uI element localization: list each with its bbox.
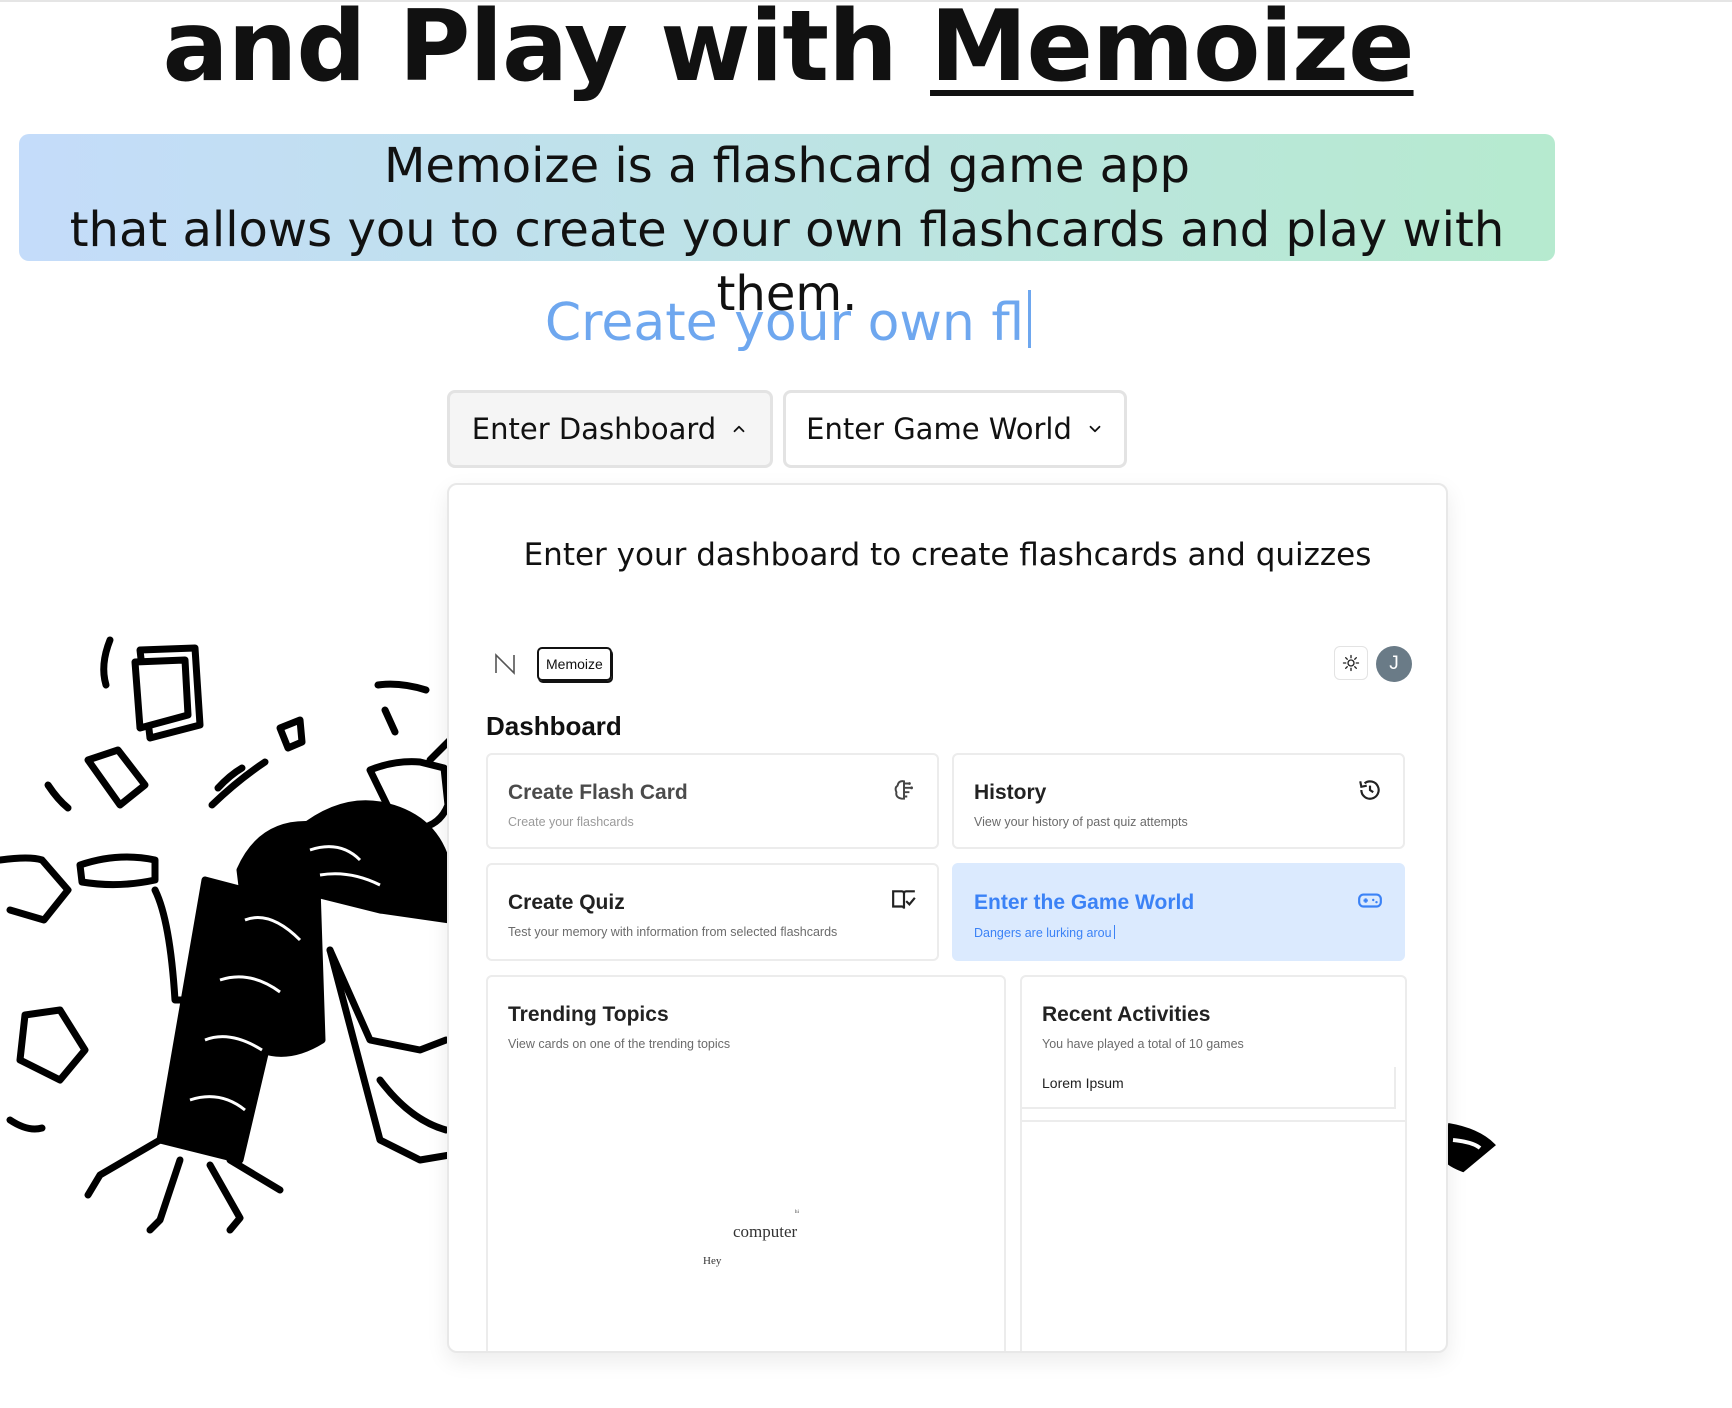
card-title: Create Flash Card: [508, 781, 688, 804]
card-title: Trending Topics: [508, 1003, 669, 1026]
dashboard-title: Dashboard: [486, 711, 622, 741]
tagline-line-1: Memoize is a flashcard game app: [384, 138, 1190, 194]
create-quiz-card[interactable]: Create Quiz Test your memory with inform…: [486, 863, 939, 961]
memoize-badge[interactable]: Memoize: [537, 647, 612, 681]
theme-toggle-button[interactable]: [1334, 646, 1368, 680]
card-subtitle: Test your memory with information from s…: [508, 925, 838, 939]
sun-icon: [1342, 654, 1360, 672]
hero-title-brand: Memoize: [930, 0, 1415, 104]
tagline-banner: Memoize is a flashcard game app that all…: [19, 134, 1555, 322]
typewriter-caret: [1028, 290, 1032, 348]
memoize-logo-icon[interactable]: [492, 651, 518, 677]
chevron-up-icon: [733, 425, 745, 433]
enter-dashboard-button[interactable]: Enter Dashboard: [447, 390, 773, 468]
card-subtitle: Create your flashcards: [508, 815, 634, 829]
enter-game-world-button[interactable]: Enter Game World: [783, 390, 1127, 468]
book-check-icon: [892, 890, 916, 909]
card-title: Create Quiz: [508, 891, 625, 914]
create-flash-card-card[interactable]: Create Flash Card Create your flashcards: [486, 753, 939, 849]
trending-word[interactable]: hi: [795, 1210, 799, 1215]
recent-activities-card: Recent Activities You have played a tota…: [1020, 975, 1407, 1351]
card-subtitle: You have played a total of 10 games: [1042, 1037, 1244, 1051]
hero-title: and Play with Memoize: [0, 0, 1576, 112]
user-avatar[interactable]: J: [1376, 646, 1412, 682]
trending-word[interactable]: computer: [733, 1222, 797, 1242]
activity-list-item[interactable]: Lorem Ipsum: [1022, 1067, 1396, 1109]
card-title: History: [974, 781, 1047, 804]
panel-description: Enter your dashboard to create flashcard…: [523, 537, 1372, 573]
typing-caret: [1113, 925, 1115, 939]
typewriter-value: Create your own fl: [544, 293, 1025, 353]
card-subtitle: View cards on one of the trending topics: [508, 1037, 731, 1051]
card-title: Recent Activities: [1042, 1003, 1211, 1026]
history-icon: [1359, 780, 1380, 800]
trending-topics-card: Trending Topics View cards on one of the…: [486, 975, 1006, 1351]
enter-game-world-card[interactable]: Enter the Game World Dangers are lurking…: [952, 863, 1405, 961]
card-subtitle: Dangers are lurking arou: [974, 925, 1115, 940]
brain-icon: [894, 780, 913, 800]
chevron-down-icon: [1089, 425, 1101, 433]
gamepad-icon: [1358, 893, 1382, 908]
trending-word[interactable]: Hey: [703, 1255, 721, 1267]
juggling-man-illustration: [0, 636, 450, 1234]
enter-game-world-label: Enter Game World: [806, 412, 1072, 446]
activity-item-label: Lorem Ipsum: [1042, 1075, 1124, 1091]
history-card[interactable]: History View your history of past quiz a…: [952, 753, 1405, 849]
card-subtitle: View your history of past quiz attempts: [974, 815, 1188, 829]
card-subtitle-text: Dangers are lurking arou: [974, 926, 1112, 940]
paper-scrap-illustration: [1444, 1123, 1496, 1173]
activity-divider: [1022, 1120, 1405, 1122]
hero-title-prefix: and Play with: [162, 0, 931, 104]
dashboard-preview-panel: Enter your dashboard to create flashcard…: [447, 483, 1448, 1353]
typewriter-text: Create your own fl: [0, 290, 1576, 353]
card-title: Enter the Game World: [974, 891, 1195, 914]
enter-dashboard-label: Enter Dashboard: [471, 412, 717, 446]
